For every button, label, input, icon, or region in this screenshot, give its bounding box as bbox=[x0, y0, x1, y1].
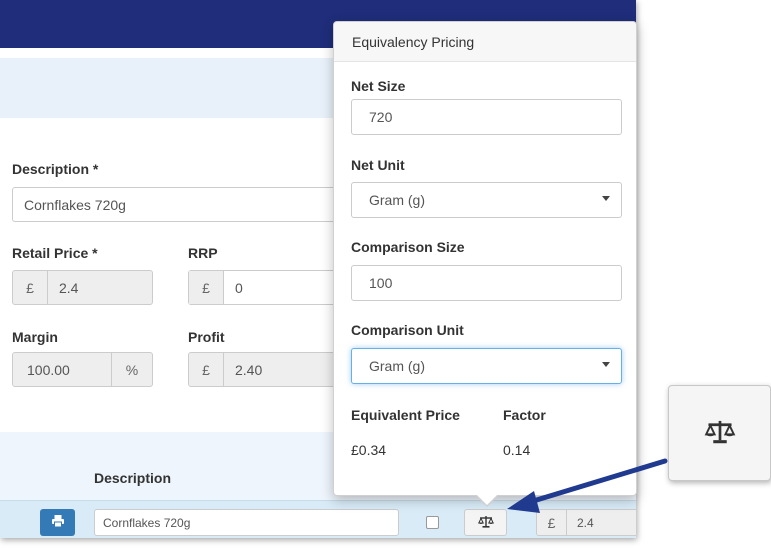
callout-arrow bbox=[507, 458, 668, 513]
